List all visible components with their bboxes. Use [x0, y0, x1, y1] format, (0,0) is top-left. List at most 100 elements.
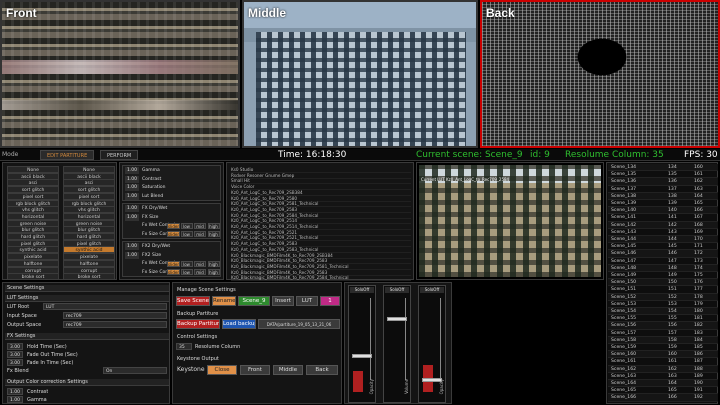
scene-row[interactable]: Scene_145 145 171: [608, 243, 718, 251]
keystone-front-button[interactable]: Front: [240, 365, 270, 375]
solo-toggle[interactable]: SoloOff: [350, 287, 374, 293]
scene-row[interactable]: Scene_140 140 166: [608, 207, 718, 215]
scene-row[interactable]: Scene_142 142 168: [608, 221, 718, 229]
mode-button-low[interactable]: low: [180, 260, 193, 267]
lut-button[interactable]: LUT: [296, 296, 318, 306]
mode-button-mid[interactable]: mid: [194, 269, 206, 275]
parameter-value[interactable]: 1.00: [125, 205, 139, 212]
mode-button-slider[interactable]: slider: [167, 222, 180, 229]
scene-row[interactable]: Scene_139 139 165: [608, 200, 718, 208]
scene-row[interactable]: Scene_163 163 189: [608, 373, 718, 380]
insert-button[interactable]: Insert: [272, 296, 294, 306]
scene-row[interactable]: Scene_144 144 170: [608, 236, 718, 244]
keystone-back-button[interactable]: Back: [306, 365, 338, 375]
scene-row[interactable]: Scene_148 148 174: [608, 264, 718, 272]
backup-partiture-button[interactable]: Backup Partiture: [176, 319, 220, 329]
scene-row[interactable]: Scene_161 161 187: [608, 358, 718, 366]
setting-value[interactable]: 3.00: [7, 351, 23, 358]
mode-button-mid[interactable]: mid: [194, 231, 206, 237]
scene-row[interactable]: Scene_162 162 188: [608, 365, 718, 373]
scene-row[interactable]: Scene_165 165 191: [608, 387, 718, 395]
scene-row[interactable]: Scene_135 135 161: [608, 171, 718, 179]
load-backup-button[interactable]: Load backup: [222, 319, 256, 329]
setting-value[interactable]: 3.00: [7, 343, 23, 350]
scene-row[interactable]: Scene_152 152 178: [608, 293, 718, 301]
parameter-value[interactable]: 1.00: [125, 251, 139, 259]
fx-blend-toggle[interactable]: On: [103, 367, 167, 374]
mode-button-mid[interactable]: mid: [194, 222, 206, 229]
scene-row[interactable]: Scene_137 137 163: [608, 186, 718, 193]
lut-list-item[interactable]: Kz0_Blackmagic_BMDFilm4K_to_Rec709_2584_…: [231, 274, 411, 282]
scene-cell: 143: [668, 229, 677, 235]
scene-row[interactable]: Scene_166 166 192: [608, 394, 718, 402]
setting-label: Contrast: [27, 389, 49, 395]
fader-handle[interactable]: [387, 316, 407, 321]
mode-button-slider[interactable]: slider: [167, 260, 180, 267]
mode-button-mid[interactable]: mid: [194, 260, 206, 267]
scene-cell: 156: [668, 323, 677, 329]
scene-cell: Scene_155: [611, 316, 637, 322]
parameter-value[interactable]: 1.00: [125, 184, 139, 191]
scene-row[interactable]: Scene_147 147 173: [608, 258, 718, 265]
effect-item[interactable]: broke sort: [7, 273, 59, 281]
scene-row[interactable]: Scene_156 156 182: [608, 322, 718, 330]
mode-button-high[interactable]: high: [207, 269, 220, 275]
parameter-group: 1.00 Gamma 1.00 Contrast 1.00 Saturation 1.00 L…: [122, 165, 221, 201]
scene-row[interactable]: Scene_136 136 162: [608, 178, 718, 186]
scene-row[interactable]: Scene_150 150 176: [608, 279, 718, 287]
effect-value-item[interactable]: broke sort: [63, 273, 115, 281]
scene-row[interactable]: Scene_154 154 180: [608, 308, 718, 316]
mode-button-low[interactable]: low: [180, 231, 193, 237]
parameter-row: 1.00 Lut Blend: [125, 192, 220, 200]
scene-row[interactable]: Scene_155 155 181: [608, 315, 718, 323]
mode-button-low[interactable]: low: [180, 269, 193, 275]
scene-row[interactable]: Scene_158 158 184: [608, 336, 718, 344]
scene-row[interactable]: Scene_157 157 183: [608, 330, 718, 337]
keystone-close-button[interactable]: Close: [207, 365, 237, 375]
tab-perform[interactable]: PERFORM: [100, 150, 139, 160]
scene-row[interactable]: Scene_164 164 190: [608, 380, 718, 388]
setting-value[interactable]: 3.00: [7, 359, 23, 366]
scene-name-field[interactable]: Scene_9: [238, 296, 270, 306]
scene-cell: 171: [694, 244, 703, 250]
scene-cell: 141: [668, 215, 677, 221]
scene-row[interactable]: Scene_146 146 172: [608, 250, 718, 258]
keystone-middle-button[interactable]: Middle: [273, 365, 303, 375]
scene-row[interactable]: Scene_149 149 175: [608, 272, 718, 280]
scene-row[interactable]: Scene_159 159 185: [608, 344, 718, 352]
scene-row[interactable]: Scene_143 143 169: [608, 229, 718, 236]
solo-toggle[interactable]: SoloOff: [385, 287, 409, 293]
scene-row[interactable]: Scene_151 151 177: [608, 286, 718, 294]
solo-toggle[interactable]: SoloOff: [420, 287, 444, 293]
setting-value[interactable]: 1.00: [7, 388, 23, 395]
lut-root-field[interactable]: LUT: [43, 303, 167, 310]
rename-button[interactable]: Rename: [212, 296, 236, 306]
fx-settings-header: FX Settings: [5, 333, 169, 340]
scene-row[interactable]: Scene_153 153 179: [608, 301, 718, 308]
ascii-image: [482, 2, 718, 146]
parameter-value[interactable]: 1.00: [125, 192, 139, 200]
scene-row[interactable]: Scene_160 160 186: [608, 351, 718, 359]
mode-button-low[interactable]: low: [180, 222, 193, 229]
mode-button-high[interactable]: high: [207, 231, 220, 237]
mode-button-high[interactable]: high: [207, 222, 220, 229]
number-field[interactable]: 1: [320, 296, 340, 306]
output-space-field[interactable]: rec709: [63, 321, 167, 328]
parameter-value[interactable]: 1.00: [125, 167, 139, 174]
scene-row[interactable]: Scene_134 134 160: [608, 164, 718, 172]
mode-button-slider[interactable]: slider: [167, 231, 180, 237]
mode-button-slider[interactable]: slider: [167, 269, 180, 275]
mode-button-high[interactable]: high: [207, 260, 220, 267]
fader-handle[interactable]: [352, 354, 372, 359]
backup-file-field[interactable]: DATA/partiture_19_05_13_21_06: [258, 319, 340, 329]
save-scene-button[interactable]: Save Scene: [176, 296, 210, 306]
tab-edit-partiture[interactable]: EDIT PARTITURE: [40, 150, 95, 160]
parameter-value[interactable]: 1.00: [125, 175, 139, 183]
parameter-value[interactable]: 1.00: [125, 243, 139, 250]
input-space-field[interactable]: rec709: [63, 312, 167, 319]
setting-value[interactable]: 1.00: [7, 396, 23, 403]
parameter-value[interactable]: 1.00: [125, 213, 139, 221]
resolume-column-value[interactable]: 35: [176, 343, 192, 350]
scene-row[interactable]: Scene_141 141 167: [608, 214, 718, 222]
scene-row[interactable]: Scene_138 138 164: [608, 192, 718, 200]
